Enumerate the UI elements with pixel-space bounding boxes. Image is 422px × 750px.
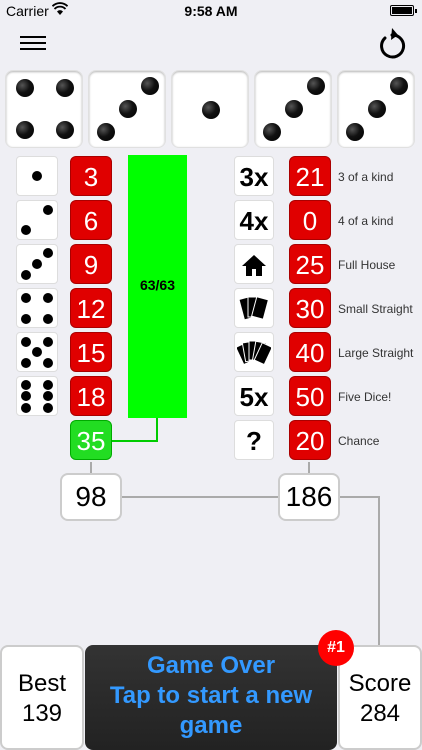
five-dice-label: Five Dice! bbox=[338, 390, 392, 404]
fives-score[interactable]: 15 bbox=[70, 332, 112, 372]
two-dice-icon bbox=[16, 200, 58, 240]
upper-total: 98 bbox=[60, 473, 122, 521]
bonus-connector bbox=[112, 440, 158, 442]
chance-score[interactable]: 20 bbox=[289, 420, 331, 460]
connector-line bbox=[378, 496, 380, 646]
connector-line bbox=[340, 496, 380, 498]
four-of-a-kind-label: 4 of a kind bbox=[338, 214, 394, 228]
four-of-a-kind-score[interactable]: 0 bbox=[289, 200, 331, 240]
clock: 9:58 AM bbox=[184, 3, 238, 19]
pip bbox=[390, 77, 408, 95]
six-dice-icon bbox=[16, 376, 58, 416]
die-4[interactable] bbox=[254, 70, 332, 148]
bonus-score: 35 bbox=[70, 420, 112, 460]
three-dice-icon bbox=[16, 244, 58, 284]
game-over-title: Game Over bbox=[146, 652, 276, 679]
lower-total: 186 bbox=[278, 473, 340, 521]
chance-label: Chance bbox=[338, 434, 380, 448]
house-icon bbox=[234, 244, 274, 284]
three-of-a-kind-score[interactable]: 21 bbox=[289, 156, 331, 196]
pip bbox=[368, 100, 386, 118]
four-dice-icon bbox=[16, 288, 58, 328]
three-of-a-kind-icon: 3x bbox=[234, 156, 274, 196]
pip bbox=[97, 123, 115, 141]
full-house-label: Full House bbox=[338, 258, 396, 272]
battery-icon bbox=[390, 5, 417, 16]
pip bbox=[263, 123, 281, 141]
large-straight-score[interactable]: 40 bbox=[289, 332, 331, 372]
pip bbox=[307, 77, 325, 95]
small-straight-score[interactable]: 30 bbox=[289, 288, 331, 328]
cards-small-icon bbox=[234, 288, 274, 328]
bonus-progress-label: 63/63 bbox=[139, 277, 176, 293]
sixes-score[interactable]: 18 bbox=[70, 376, 112, 416]
menu-icon[interactable] bbox=[20, 32, 46, 54]
chance-icon: ? bbox=[234, 420, 274, 460]
five-dice-score[interactable]: 50 bbox=[289, 376, 331, 416]
best-score-box: Best 139 bbox=[0, 645, 84, 750]
pip bbox=[16, 79, 34, 97]
score-label: Score bbox=[348, 670, 412, 697]
pip bbox=[16, 121, 34, 139]
best-label: Best bbox=[17, 670, 67, 697]
new-game-button[interactable]: Game Over Tap to start a new game bbox=[85, 645, 337, 750]
pip bbox=[56, 79, 74, 97]
bonus-progress-bar: 63/63 bbox=[128, 155, 187, 418]
pip bbox=[119, 100, 137, 118]
undo-icon[interactable] bbox=[376, 26, 408, 60]
bonus-connector bbox=[156, 418, 158, 442]
threes-score[interactable]: 9 bbox=[70, 244, 112, 284]
status-bar: Carrier 9:58 AM bbox=[0, 0, 422, 22]
three-of-a-kind-label: 3 of a kind bbox=[338, 170, 394, 184]
twos-score[interactable]: 6 bbox=[70, 200, 112, 240]
pip bbox=[56, 121, 74, 139]
die-3[interactable] bbox=[171, 70, 249, 148]
fours-score[interactable]: 12 bbox=[70, 288, 112, 328]
ones-score[interactable]: 3 bbox=[70, 156, 112, 196]
die-5[interactable] bbox=[337, 70, 415, 148]
die-1[interactable] bbox=[5, 70, 83, 148]
pip bbox=[346, 123, 364, 141]
new-game-prompt: Tap to start a new game bbox=[109, 682, 313, 739]
score-value: 284 bbox=[359, 700, 401, 727]
pip bbox=[285, 100, 303, 118]
current-score-box: Score 284 bbox=[338, 645, 422, 750]
connector-line bbox=[122, 496, 280, 498]
full-house-score[interactable]: 25 bbox=[289, 244, 331, 284]
one-dice-icon bbox=[16, 156, 58, 196]
large-straight-label: Large Straight bbox=[338, 346, 414, 360]
five-dice-icon bbox=[16, 332, 58, 372]
best-value: 139 bbox=[21, 700, 63, 727]
pip bbox=[202, 101, 220, 119]
four-of-a-kind-icon: 4x bbox=[234, 200, 274, 240]
five-dice-category-icon: 5x bbox=[234, 376, 274, 416]
rank-badge: #1 bbox=[318, 630, 354, 666]
pip bbox=[141, 77, 159, 95]
small-straight-label: Small Straight bbox=[338, 302, 413, 316]
die-2[interactable] bbox=[88, 70, 166, 148]
cards-large-icon bbox=[234, 332, 274, 372]
